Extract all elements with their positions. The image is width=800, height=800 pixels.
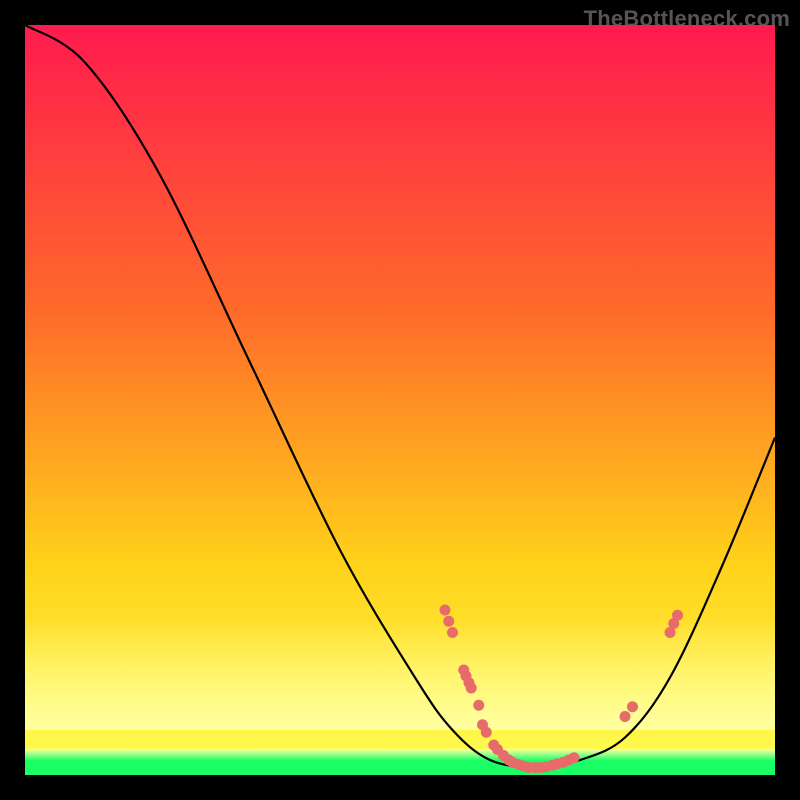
data-marker [481, 727, 492, 738]
data-marker [569, 752, 580, 763]
data-marker [620, 711, 631, 722]
data-marker [627, 701, 638, 712]
plot-area [25, 25, 775, 775]
marker-group [440, 605, 684, 774]
data-marker [440, 605, 451, 616]
chart-svg [25, 25, 775, 775]
data-marker [473, 700, 484, 711]
data-marker [466, 683, 477, 694]
data-marker [443, 616, 454, 627]
chart-stage: TheBottleneck.com [0, 0, 800, 800]
data-marker [672, 610, 683, 621]
bottleneck-curve [25, 25, 775, 768]
data-marker [447, 627, 458, 638]
